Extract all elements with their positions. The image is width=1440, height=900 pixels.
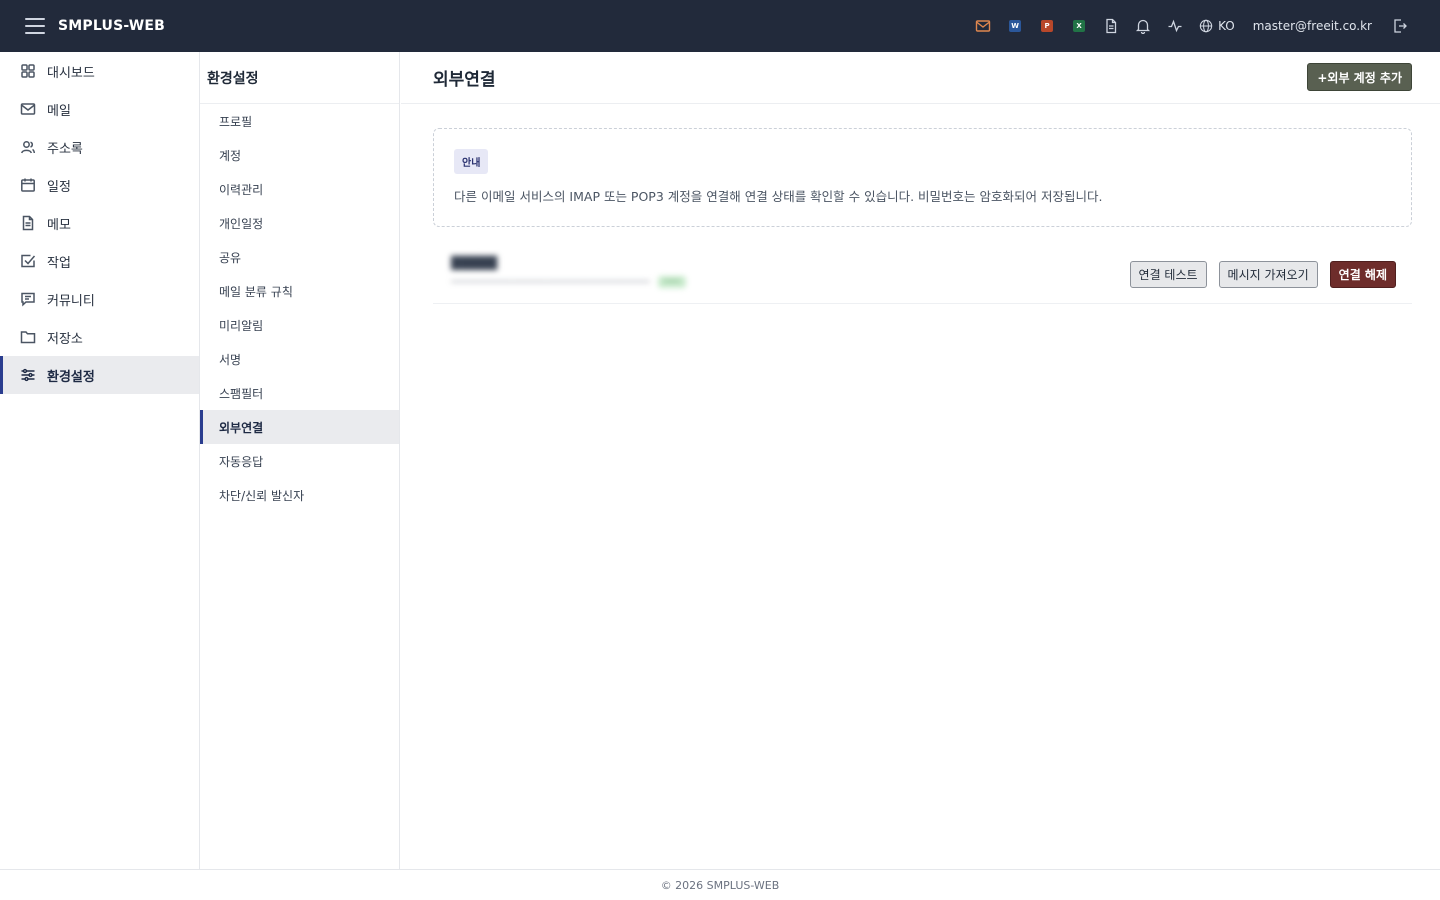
subnav-title: 환경설정	[200, 52, 399, 104]
disconnect-button[interactable]: 연결 해제	[1329, 261, 1396, 288]
nav-item-tasks[interactable]: 작업	[0, 242, 199, 280]
footer: © 2026 SMPLUS-WEB	[0, 869, 1440, 900]
excel-letter: X	[1073, 20, 1086, 32]
subnav-item-reminders[interactable]: 미리알림	[200, 308, 399, 342]
account-meta-text: ─────────────────────────────────	[451, 276, 650, 288]
notice-text: 다른 이메일 서비스의 IMAP 또는 POP3 계정을 연결해 연결 상태를 …	[454, 189, 1103, 204]
subnav-item-external-connections[interactable]: 외부연결	[200, 410, 399, 444]
subnav-item-auto-reply[interactable]: 자동응답	[200, 444, 399, 478]
notice-badge: 안내	[454, 149, 489, 174]
nav-item-dashboard[interactable]: 대시보드	[0, 52, 199, 90]
subnav-item-account[interactable]: 계정	[200, 138, 399, 172]
nav-item-settings[interactable]: 환경설정	[0, 356, 199, 394]
memo-icon	[22, 215, 34, 231]
sliders-icon	[21, 368, 35, 382]
nav-item-label: 대시보드	[47, 65, 95, 81]
fetch-messages-button[interactable]: 메시지 가져오기	[1218, 261, 1318, 288]
nav-item-mail[interactable]: 메일	[0, 90, 199, 128]
bell-icon[interactable]	[1127, 10, 1159, 42]
subnav-item-spam-filter[interactable]: 스팸필터	[200, 376, 399, 410]
external-account-row: █████ ───────────────────────────────── …	[433, 248, 1412, 304]
subnav-item-history[interactable]: 이력관리	[200, 172, 399, 206]
main-sidebar: 대시보드 메일 주소록 일정 메모 작업 커뮤니티 저장소 환경설정	[0, 52, 200, 869]
nav-item-storage[interactable]: 저장소	[0, 318, 199, 356]
logout-icon[interactable]	[1384, 10, 1416, 42]
nav-item-label: 메모	[47, 217, 71, 233]
ppt-letter: P	[1041, 20, 1054, 32]
nav-item-label: 커뮤니티	[47, 293, 95, 309]
activity-icon[interactable]	[1159, 10, 1191, 42]
subnav-item-signature[interactable]: 서명	[200, 342, 399, 376]
subnav-item-personal-schedule[interactable]: 개인일정	[200, 206, 399, 240]
excel-icon[interactable]: X	[1063, 10, 1095, 42]
check-square-icon	[21, 254, 36, 268]
mail-icon	[20, 103, 36, 115]
account-actions: 연결 테스트 메시지 가져오기 연결 해제	[1118, 261, 1396, 288]
account-name: █████	[451, 256, 498, 270]
settings-subnav: 환경설정 프로필 계정 이력관리 개인일정 공유 메일 분류 규칙 미리알림 서…	[200, 52, 400, 869]
nav-item-label: 주소록	[47, 141, 83, 157]
subnav-item-blocked-trusted-senders[interactable]: 차단/신뢰 발신자	[200, 478, 399, 512]
subnav-item-mail-rules[interactable]: 메일 분류 규칙	[200, 274, 399, 308]
globe-icon	[1199, 19, 1213, 33]
add-external-account-button[interactable]: +외부 계정 추가	[1307, 63, 1412, 91]
grid-icon	[21, 64, 35, 78]
mail-icon[interactable]	[967, 10, 999, 42]
brand-logo[interactable]: SMPLUS-WEB	[58, 18, 165, 34]
calendar-icon	[21, 178, 35, 192]
nav-item-label: 일정	[47, 179, 71, 195]
powerpoint-icon[interactable]: P	[1031, 10, 1063, 42]
nav-item-label: 작업	[47, 255, 71, 271]
nav-item-contacts[interactable]: 주소록	[0, 128, 199, 166]
nav-item-memo[interactable]: 메모	[0, 204, 199, 242]
document-icon[interactable]	[1095, 10, 1127, 42]
account-info-blurred: █████ ───────────────────────────────── …	[451, 256, 686, 288]
account-status-badge: ───	[657, 276, 686, 288]
main-header: 외부연결 +외부 계정 추가	[401, 52, 1440, 104]
account-meta: ───────────────────────────────── ───	[451, 276, 686, 288]
nav-item-label: 환경설정	[47, 369, 95, 385]
top-right-toolbar: W P X KO master@freeit.co.kr	[967, 0, 1416, 52]
users-icon	[21, 141, 36, 154]
connection-test-button[interactable]: 연결 테스트	[1129, 261, 1207, 288]
user-email[interactable]: master@freeit.co.kr	[1253, 19, 1372, 33]
word-icon[interactable]: W	[999, 10, 1031, 42]
language-label: KO	[1218, 19, 1235, 33]
word-letter: W	[1009, 20, 1022, 32]
nav-item-community[interactable]: 커뮤니티	[0, 280, 199, 318]
top-bar: SMPLUS-WEB W P X KO master@freeit.co.kr	[0, 0, 1440, 52]
nav-item-label: 저장소	[47, 331, 83, 347]
nav-item-calendar[interactable]: 일정	[0, 166, 199, 204]
chat-icon	[21, 292, 35, 307]
info-notice: 안내 다른 이메일 서비스의 IMAP 또는 POP3 계정을 연결해 연결 상…	[433, 128, 1412, 227]
subnav-item-sharing[interactable]: 공유	[200, 240, 399, 274]
language-selector[interactable]: KO	[1199, 19, 1235, 33]
nav-item-label: 메일	[47, 103, 71, 119]
menu-icon[interactable]	[25, 18, 45, 34]
main-content: 외부연결 +외부 계정 추가 안내 다른 이메일 서비스의 IMAP 또는 PO…	[401, 52, 1440, 869]
footer-copyright: © 2026 SMPLUS-WEB	[660, 878, 780, 892]
folder-icon	[20, 331, 36, 344]
page-title: 외부연결	[433, 70, 496, 90]
subnav-item-profile[interactable]: 프로필	[200, 104, 399, 138]
